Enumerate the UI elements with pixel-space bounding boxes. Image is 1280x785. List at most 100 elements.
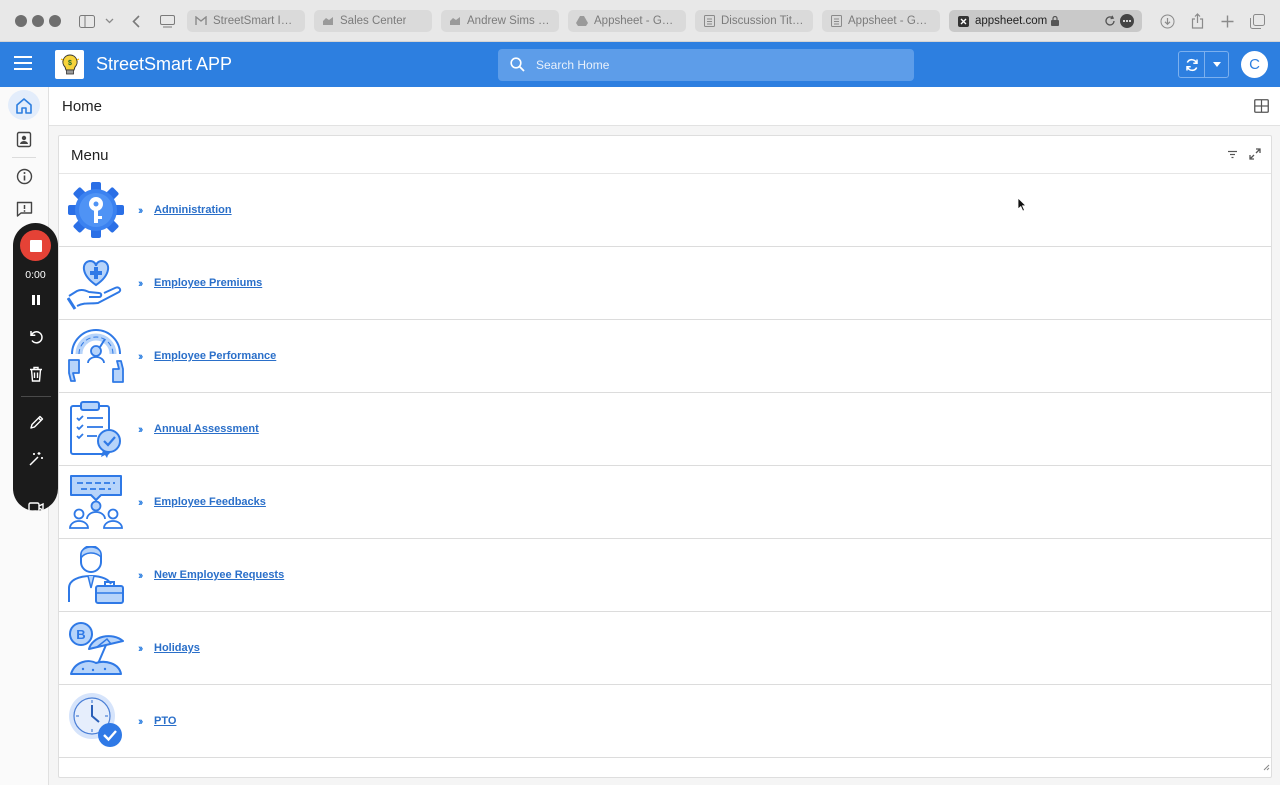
appsheet-icon — [957, 15, 969, 27]
sync-button[interactable] — [1179, 52, 1205, 77]
recorder-divider — [21, 396, 51, 397]
sync-control — [1178, 51, 1229, 78]
drive-icon — [576, 15, 588, 27]
browser-tab[interactable]: Appsheet - Goo... — [822, 10, 940, 32]
menu-item-pto[interactable]: ›› PTO — [59, 685, 1271, 758]
heart-hand-icon — [66, 254, 125, 312]
new-tab-icon[interactable] — [1219, 11, 1235, 31]
tab-label: StreetSmart Ins... — [213, 15, 297, 27]
draw-button[interactable] — [24, 410, 48, 434]
reload-icon[interactable] — [1104, 15, 1116, 27]
menu-item-holidays[interactable]: B ›› Holidays — [59, 612, 1271, 685]
double-chevron-icon: ›› — [138, 643, 144, 655]
menu-item-administration[interactable]: ›› Administration — [59, 174, 1271, 247]
search-input[interactable] — [536, 49, 896, 81]
double-chevron-icon: ›› — [138, 716, 144, 728]
page-title: Home — [62, 98, 103, 115]
nav-about[interactable] — [8, 161, 40, 191]
double-chevron-icon: ›› — [138, 278, 144, 290]
effects-button[interactable] — [24, 447, 48, 471]
tab-label: Discussion Title/... — [721, 15, 805, 27]
tab-label: Appsheet - Goo... — [848, 15, 932, 27]
delete-recording-button[interactable] — [24, 362, 48, 386]
browser-tab[interactable]: Andrew Sims -... — [441, 10, 559, 32]
menu-item-label[interactable]: Holidays — [154, 642, 200, 654]
restart-icon — [30, 331, 43, 344]
doc-icon — [703, 15, 715, 27]
share-icon[interactable] — [1189, 11, 1205, 31]
sales-icon — [449, 15, 461, 27]
download-icon[interactable] — [1159, 11, 1175, 31]
beach-umbrella-icon: B — [67, 619, 125, 677]
clipboard-check-icon — [67, 400, 125, 458]
pause-button[interactable] — [24, 288, 48, 312]
tabs-overview-icon[interactable] — [1249, 11, 1265, 31]
app-title: StreetSmart APP — [96, 54, 233, 74]
menu-item-label[interactable]: Employee Feedbacks — [154, 496, 266, 508]
chevron-down-icon[interactable] — [103, 11, 115, 31]
stop-recording-button[interactable] — [20, 230, 51, 261]
menu-item-annual-assessment[interactable]: ›› Annual Assessment — [59, 393, 1271, 466]
card-header: Menu — [59, 136, 1271, 174]
pencil-icon — [29, 415, 43, 429]
lock-icon — [1051, 16, 1060, 26]
nav-home[interactable] — [8, 90, 40, 120]
camera-button[interactable] — [24, 495, 48, 511]
sync-dropdown-button[interactable] — [1205, 52, 1228, 77]
back-arrow-icon[interactable] — [130, 11, 142, 31]
expand-icon[interactable] — [1249, 147, 1261, 165]
menu-item-new-employee-requests[interactable]: ›› New Employee Requests — [59, 539, 1271, 612]
browser-toolbar: StreetSmart Ins... Sales Center Andrew S… — [0, 0, 1280, 42]
grid-view-icon[interactable] — [1254, 99, 1269, 118]
filter-icon[interactable] — [1226, 147, 1239, 165]
window-close-button[interactable] — [15, 15, 27, 27]
double-chevron-icon: ›› — [138, 351, 144, 363]
nav-feedback[interactable] — [8, 194, 40, 224]
screen-recorder-panel: 0:00 — [13, 223, 58, 511]
browser-tab[interactable]: StreetSmart Ins... — [187, 10, 305, 32]
app-header: $ StreetSmart APP C — [0, 42, 1280, 87]
browser-tab-active[interactable]: appsheet.com — [949, 10, 1142, 32]
tab-overview-icon[interactable] — [158, 11, 176, 31]
double-chevron-icon: ›› — [138, 205, 144, 217]
hamburger-menu-icon[interactable] — [14, 56, 32, 73]
menu-item-label[interactable]: New Employee Requests — [154, 569, 284, 581]
resize-grip-icon[interactable] — [1263, 758, 1270, 776]
mouse-cursor-icon — [1017, 197, 1027, 217]
menu-item-label[interactable]: PTO — [154, 715, 176, 727]
card-title: Menu — [71, 147, 109, 164]
menu-item-employee-performance[interactable]: ›› Employee Performance — [59, 320, 1271, 393]
employee-briefcase-icon — [67, 545, 125, 604]
tab-label: appsheet.com — [975, 15, 1048, 27]
gear-key-icon — [67, 181, 125, 239]
tab-label: Appsheet - Goo... — [594, 15, 678, 27]
window-minimize-button[interactable] — [32, 15, 44, 27]
trash-icon — [30, 366, 42, 382]
sync-icon — [1185, 58, 1198, 71]
magic-wand-icon — [29, 452, 43, 466]
video-camera-icon — [28, 502, 44, 511]
browser-tab[interactable]: Discussion Title/... — [695, 10, 813, 32]
menu-item-label[interactable]: Employee Premiums — [154, 277, 262, 289]
feedback-icon — [16, 201, 32, 217]
window-zoom-button[interactable] — [49, 15, 61, 27]
contact-card-icon — [16, 131, 32, 147]
lightbulb-icon: $ — [60, 53, 79, 74]
browser-tab[interactable]: Sales Center — [314, 10, 432, 32]
sidebar-toggle-icon[interactable] — [78, 11, 96, 31]
restart-button[interactable] — [24, 325, 48, 349]
menu-item-employee-feedbacks[interactable]: ›› Employee Feedbacks — [59, 466, 1271, 539]
search-box[interactable] — [498, 49, 914, 81]
caret-down-icon — [1212, 62, 1221, 67]
menu-item-label[interactable]: Annual Assessment — [154, 423, 259, 435]
browser-tab[interactable]: Appsheet - Goo... — [568, 10, 686, 32]
avatar[interactable]: C — [1241, 51, 1268, 78]
stop-icon — [29, 239, 42, 252]
nav-contacts[interactable] — [8, 124, 40, 154]
menu-item-label[interactable]: Administration — [154, 204, 232, 216]
more-options-icon[interactable] — [1120, 14, 1134, 28]
recording-timer: 0:00 — [25, 269, 46, 281]
menu-item-employee-premiums[interactable]: ›› Employee Premiums — [59, 247, 1271, 320]
double-chevron-icon: ›› — [138, 570, 144, 582]
menu-item-label[interactable]: Employee Performance — [154, 350, 276, 362]
